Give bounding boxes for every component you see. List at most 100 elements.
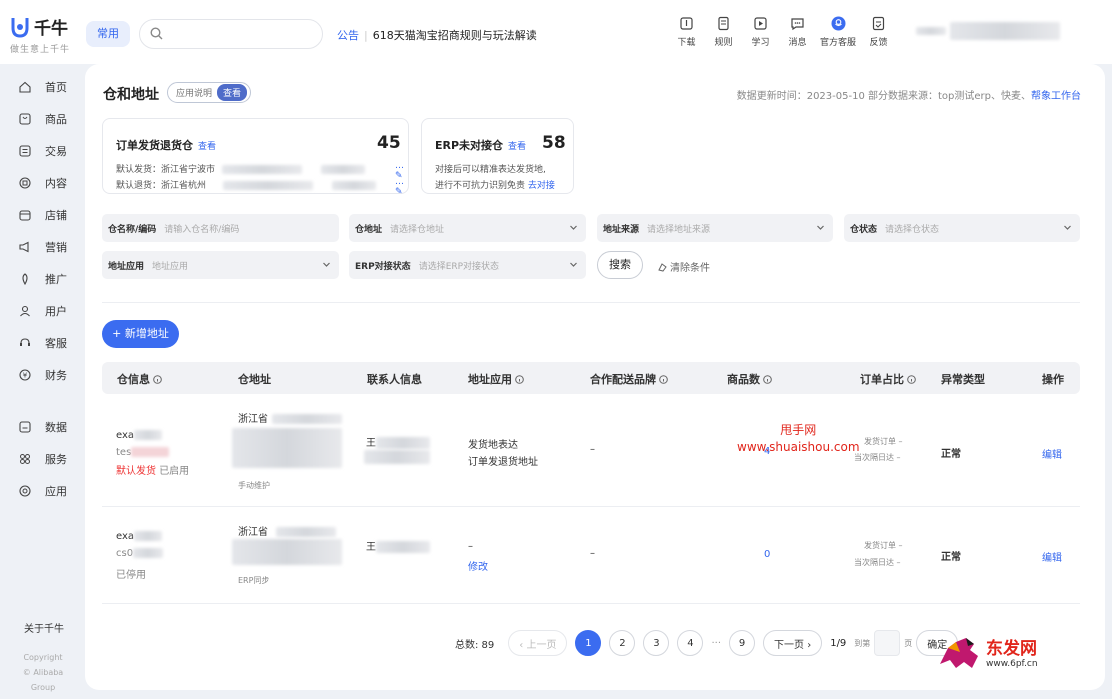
- search-button[interactable]: 搜索: [597, 251, 643, 279]
- info-icon[interactable]: [153, 374, 162, 384]
- sidebar-item-promotion[interactable]: 推广: [19, 271, 67, 287]
- add-address-button[interactable]: + 新增地址: [102, 320, 179, 348]
- horse-logo-icon: [940, 638, 978, 668]
- trade-icon: [19, 145, 31, 157]
- filter-warehouse-address[interactable]: 仓地址 请选择仓地址: [349, 214, 586, 242]
- sidebar-item-service[interactable]: 客服: [19, 335, 67, 351]
- content-icon: [19, 177, 31, 189]
- warehouse-name: exa: [116, 430, 135, 441]
- pagination: 总数: 89 ‹ 上一页 1 2 3 4 ··· 9 下一页 › 1/9 到第 …: [455, 628, 966, 658]
- goods-icon: [19, 113, 31, 125]
- chevron-down-icon: [817, 225, 824, 230]
- address-usage-1: –: [468, 541, 473, 552]
- sidebar-item-finance[interactable]: ¥ 财务: [19, 367, 67, 383]
- page-4-button[interactable]: 4: [677, 630, 704, 656]
- sidebar-item-trade[interactable]: 交易: [19, 143, 67, 159]
- finance-icon: ¥: [19, 369, 31, 381]
- announcement-text[interactable]: 618天猫淘宝招商规则与玩法解读: [373, 29, 537, 42]
- info-icon[interactable]: [659, 374, 668, 384]
- edit-link[interactable]: 编辑: [1042, 446, 1062, 461]
- filter-address-source[interactable]: 地址来源 请选择地址来源: [597, 214, 833, 242]
- filter-erp-status[interactable]: ERP对接状态 请选择ERP对接状态: [349, 251, 586, 279]
- rules-button[interactable]: 规则: [705, 16, 742, 48]
- app-explain[interactable]: 应用说明 查看: [167, 82, 252, 103]
- about-link[interactable]: 关于千牛: [24, 620, 64, 635]
- order-ratio-ship: 发货订单 –: [864, 437, 903, 446]
- goto-page-input[interactable]: [874, 630, 901, 656]
- sidebar-item-data[interactable]: 数据: [19, 419, 67, 435]
- explain-view-button[interactable]: 查看: [217, 84, 248, 101]
- download-button[interactable]: 下载: [668, 16, 705, 48]
- modify-link[interactable]: 修改: [468, 558, 488, 573]
- message-button[interactable]: 消息: [779, 16, 816, 48]
- page-9-button[interactable]: 9: [729, 630, 756, 656]
- info-icon[interactable]: [907, 374, 916, 384]
- pagination-ellipsis: ···: [711, 637, 722, 649]
- contact-name: 王: [366, 438, 376, 449]
- order-warehouse-card: 订单发货退货仓 查看 45 默认发货：浙江省宁波市 默认退货：浙江省杭州 …✎ ……: [102, 118, 409, 197]
- address-source: ERP同步: [238, 576, 270, 585]
- filter-warehouse-status[interactable]: 仓状态 请选择仓状态: [844, 214, 1080, 242]
- next-page-button[interactable]: 下一页 ›: [763, 630, 823, 656]
- header-tools: 下载 规则 学习 消息 官方客服 反馈: [668, 16, 897, 48]
- page-1-button[interactable]: 1: [575, 630, 602, 656]
- promotion-icon: [22, 273, 28, 285]
- sidebar-item-marketing[interactable]: 营销: [19, 239, 67, 255]
- message-icon: [791, 18, 804, 31]
- sidebar-item-home[interactable]: 首页: [19, 79, 67, 95]
- shop-icon: [19, 210, 31, 221]
- brand-name: 千牛: [34, 19, 68, 39]
- watermark-center: 甩手网 www.shuaishou.com: [737, 423, 860, 454]
- sidebar-item-apps[interactable]: 应用: [19, 483, 67, 499]
- default-return-line: 默认退货：浙江省杭州: [116, 178, 376, 191]
- edit-pen-icon[interactable]: …✎: [395, 177, 408, 197]
- filter-address-usage[interactable]: 地址应用 地址应用: [102, 251, 339, 279]
- sidebar-item-content[interactable]: 内容: [19, 175, 67, 191]
- chevron-down-icon: [1064, 225, 1071, 230]
- search-input[interactable]: [170, 25, 310, 43]
- goods-count-link[interactable]: 0: [764, 549, 770, 560]
- divider: [102, 302, 1080, 303]
- chevron-down-icon: [570, 225, 577, 230]
- table-row: exa tes 默认发货 已启用 浙江省 手动维护 王 发货地表达 订单发退货地…: [102, 394, 1080, 507]
- announcement[interactable]: 公告 | 618天猫淘宝招商规则与玩法解读: [337, 27, 537, 43]
- source-link[interactable]: 帮象工作台: [1031, 91, 1081, 102]
- user-account[interactable]: [916, 22, 1060, 40]
- default-ship-tag: 默认发货: [116, 466, 156, 477]
- page-3-button[interactable]: 3: [643, 630, 670, 656]
- erp-warehouse-card: ERP未对接仓 查看 58 对接后可以精准表达发货地, 进行不可抗力识别免责 去对…: [421, 118, 574, 194]
- apps-icon: [19, 485, 31, 497]
- download-icon: [680, 17, 693, 30]
- filter-warehouse-name[interactable]: 仓名称/编码 请输入仓名称/编码: [102, 214, 339, 242]
- brand-slogan: 做生意上千牛: [10, 45, 71, 55]
- page-2-button[interactable]: 2: [609, 630, 636, 656]
- info-icon[interactable]: [515, 374, 524, 384]
- sidebar-item-user[interactable]: 用户: [19, 303, 67, 319]
- chevron-down-icon: [570, 262, 577, 267]
- qianniu-logo[interactable]: 千牛 做生意上千牛: [10, 14, 70, 55]
- sidebar-item-shop[interactable]: 店铺: [19, 207, 67, 223]
- sidebar-item-services[interactable]: 服务: [19, 451, 67, 467]
- page-title: 仓和地址: [103, 87, 159, 103]
- learn-button[interactable]: 学习: [742, 16, 779, 48]
- feedback-button[interactable]: 反馈: [860, 16, 897, 48]
- feedback-icon: [872, 16, 885, 31]
- edit-link[interactable]: 编辑: [1042, 549, 1062, 564]
- clear-filters-button[interactable]: 清除条件: [657, 259, 710, 274]
- prev-page-button[interactable]: ‹ 上一页: [508, 630, 568, 656]
- sidebar-item-goods[interactable]: 商品: [19, 111, 67, 127]
- order-ratio-nextday: 当次隔日达 –: [854, 558, 901, 567]
- customer-service-button[interactable]: 官方客服: [816, 16, 860, 48]
- data-icon: [19, 421, 31, 433]
- top-header: 千牛 做生意上千牛 常用 公告 | 618天猫淘宝招商规则与玩法解读 下载 规则 学…: [0, 0, 1112, 64]
- connect-link[interactable]: 去对接: [528, 181, 555, 191]
- abnormal-type: 正常: [941, 449, 961, 460]
- delivery-brand: –: [590, 548, 595, 559]
- common-button[interactable]: 常用: [86, 21, 130, 47]
- info-icon[interactable]: [763, 374, 772, 384]
- global-search[interactable]: [139, 19, 323, 49]
- card1-view-link[interactable]: 查看: [198, 142, 216, 152]
- warehouse-address: 浙江省: [238, 527, 268, 538]
- default-ship-line: 默认发货：浙江省宁波市: [116, 162, 365, 175]
- card2-view-link[interactable]: 查看: [508, 142, 526, 152]
